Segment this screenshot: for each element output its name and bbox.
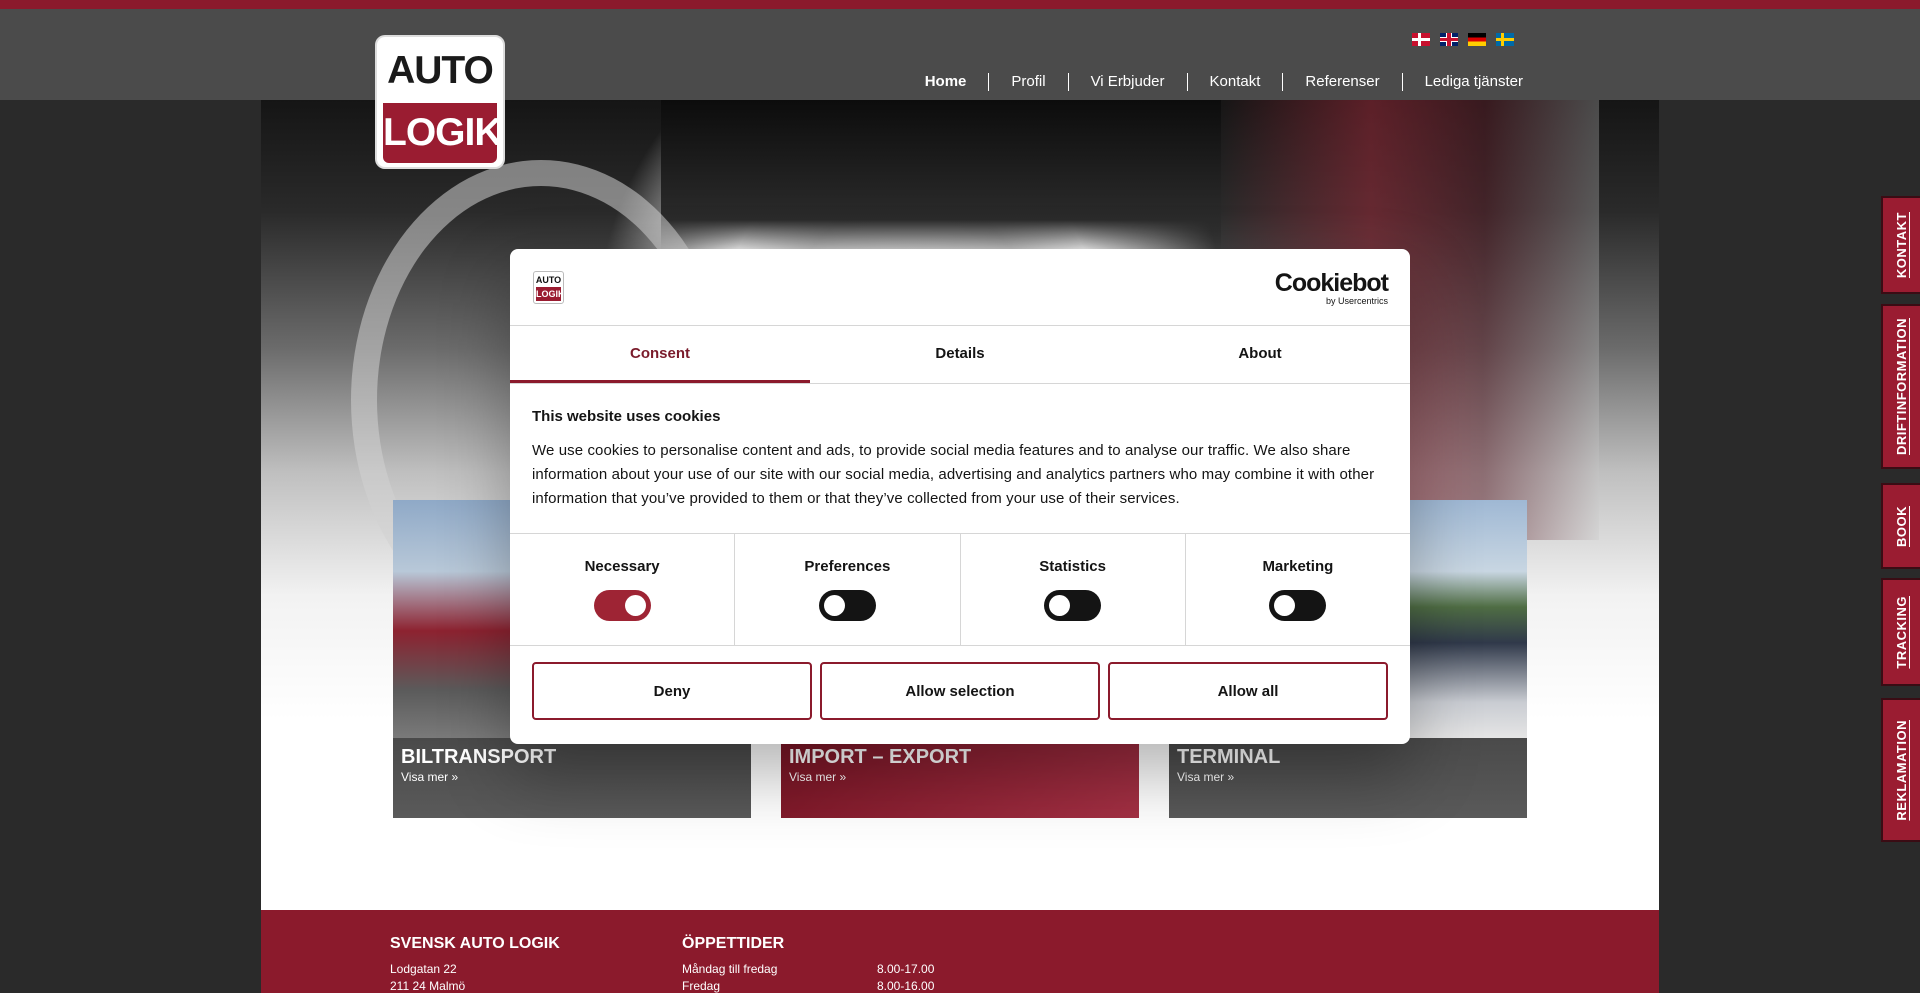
toggle-label: Necessary [584, 558, 660, 575]
logo-text-bottom: LOGIK [383, 103, 503, 163]
dialog-heading: This website uses cookies [532, 408, 721, 425]
toggle-statistics: Statistics [959, 534, 1185, 645]
deny-button[interactable]: Deny [532, 662, 812, 720]
cookiebot-logo[interactable]: Cookiebot by Usercentrics [1274, 269, 1389, 307]
dialog-buttons: Deny Allow selection Allow all [510, 646, 1410, 736]
tab-consent[interactable]: Consent [510, 326, 810, 383]
tab-details[interactable]: Details [810, 326, 1110, 383]
dialog-site-logo: AUTO LOGIK [533, 271, 564, 304]
dialog-tabs: Consent Details About [510, 326, 1410, 384]
dialog-text: We use cookies to personalise content an… [532, 442, 1375, 507]
tab-about[interactable]: About [1110, 326, 1410, 383]
toggle-necessary: Necessary [510, 534, 734, 645]
consent-toggles: Necessary Preferences Statistics Marketi… [510, 534, 1410, 646]
cookiebot-brand-sub: by Usercentrics [1325, 296, 1388, 306]
switch-knob [624, 595, 646, 616]
dialog-header: AUTO LOGIK Cookiebot by Usercentrics [510, 249, 1410, 326]
switch-knob [1274, 595, 1296, 616]
toggle-preferences: Preferences [734, 534, 959, 645]
site-logo[interactable]: AUTO LOGIK [375, 35, 505, 169]
cookiebot-brand: Cookiebot [1274, 269, 1389, 297]
mini-logo-bottom: LOGIK [536, 287, 564, 301]
preferences-switch[interactable] [818, 590, 876, 621]
toggle-label: Preferences [804, 558, 891, 575]
switch-knob [1049, 595, 1071, 616]
cookie-consent-dialog: AUTO LOGIK Cookiebot by Usercentrics Con… [510, 249, 1410, 744]
switch-knob [823, 595, 845, 616]
mini-logo-top: AUTO [535, 275, 562, 285]
toggle-label: Statistics [1039, 558, 1106, 575]
marketing-switch[interactable] [1269, 590, 1327, 621]
allow-all-button[interactable]: Allow all [1108, 662, 1388, 720]
statistics-switch[interactable] [1044, 590, 1102, 621]
dialog-body: This website uses cookies We use cookies… [510, 384, 1410, 534]
toggle-label: Marketing [1262, 558, 1334, 575]
necessary-switch[interactable] [593, 590, 651, 621]
toggle-marketing: Marketing [1184, 534, 1410, 645]
logo-text-top: AUTO [387, 49, 494, 92]
allow-selection-button[interactable]: Allow selection [820, 662, 1100, 720]
